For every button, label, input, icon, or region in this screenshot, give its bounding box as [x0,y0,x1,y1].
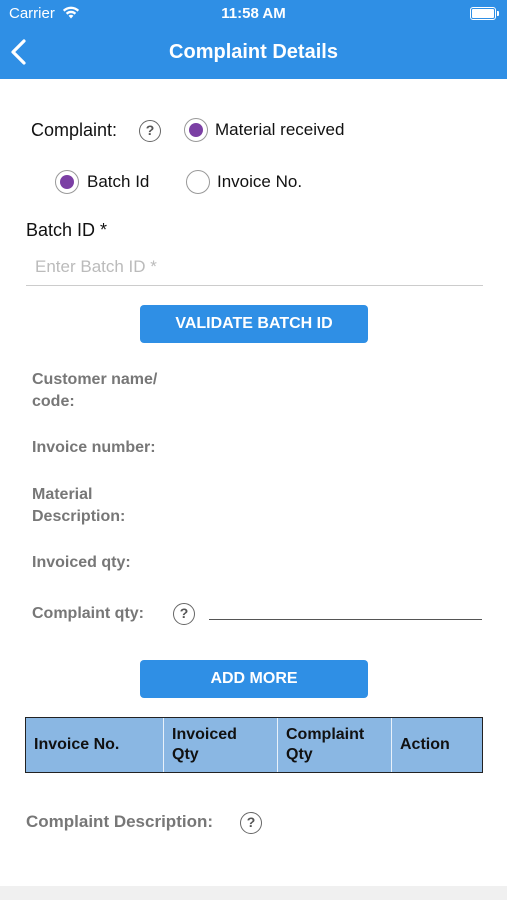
column-action: Action [400,736,450,753]
radio-material-received-label: Material received [215,120,345,139]
column-complaint-qty: Complaint Qty [278,718,392,772]
batch-id-label: Batch ID * [26,220,108,240]
items-table-header: Invoice No. Invoiced Qty Complaint Qty A… [25,717,483,773]
radio-batch-id[interactable] [55,170,79,194]
status-bar: Carrier 11:58 AM [0,0,507,28]
material-description-label: Material Description: [32,486,126,525]
complaint-description-help-icon[interactable]: ? [240,812,262,834]
validate-batch-button[interactable]: VALIDATE BATCH ID [140,305,368,343]
radio-invoice-no-label: Invoice No. [217,172,303,191]
complaint-qty-input[interactable] [209,619,482,620]
radio-batch-id-label: Batch Id [87,172,150,191]
complaint-description-label: Complaint Description: [26,812,214,831]
column-invoice-no: Invoice No. [26,718,164,772]
complaint-help-icon[interactable]: ? [139,120,161,142]
complaint-qty-help-icon[interactable]: ? [173,603,195,625]
battery-icon [470,7,499,20]
invoiced-qty-label: Invoiced qty: [32,554,131,571]
invoice-number-label: Invoice number: [32,439,156,456]
page-title: Complaint Details [169,41,338,63]
batch-id-input[interactable] [26,248,483,286]
complaint-qty-label: Complaint qty: [32,605,144,622]
customer-name-label: Customer name/ code: [32,371,158,410]
navigation-bar: Carrier 11:58 AM Complaint Details [0,0,507,79]
bottom-bar [0,886,507,900]
complaint-label: Complaint: [31,120,118,140]
radio-invoice-no[interactable] [186,170,210,194]
status-time: 11:58 AM [221,5,286,22]
radio-material-received[interactable] [184,118,208,142]
add-more-button[interactable]: ADD MORE [140,660,368,698]
column-invoiced-qty: Invoiced Qty [164,718,278,772]
